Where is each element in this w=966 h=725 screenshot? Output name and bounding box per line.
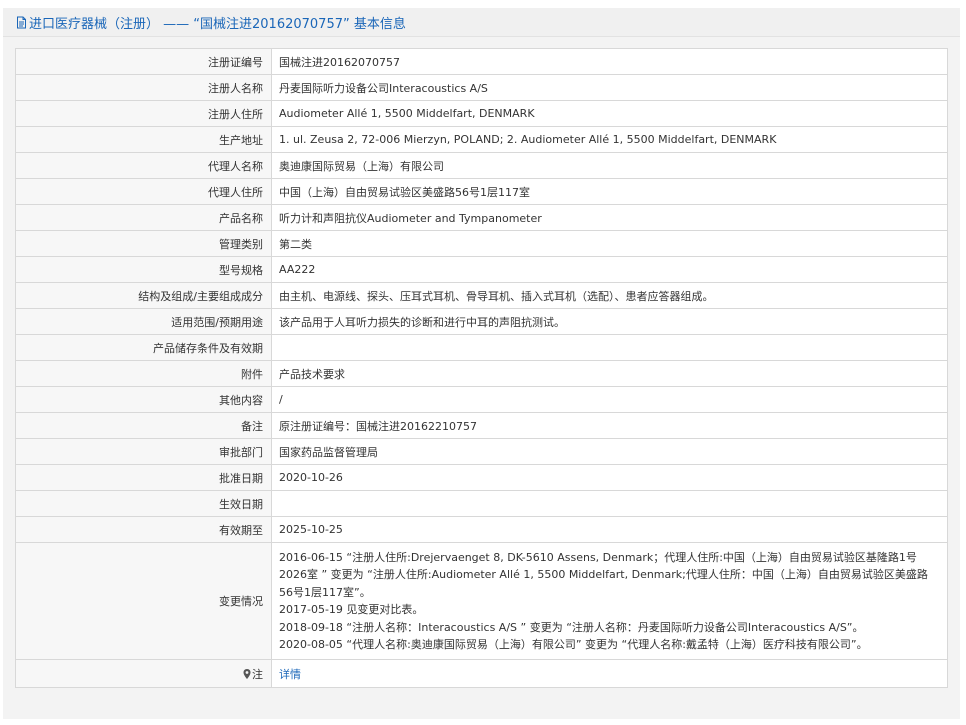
- field-value: AA222: [271, 256, 948, 283]
- field-label: 变更情况: [15, 542, 272, 660]
- field-value: 奥迪康国际贸易（上海）有限公司: [271, 152, 948, 179]
- field-label: 审批部门: [15, 438, 272, 465]
- field-label: 备注: [15, 412, 272, 439]
- field-value: 中国（上海）自由贸易试验区美盛路56号1层117室: [271, 178, 948, 205]
- table-row-note: 注 详情: [15, 659, 948, 688]
- field-label: 产品储存条件及有效期: [15, 334, 272, 361]
- field-label: 注册证编号: [15, 48, 272, 75]
- field-value: 国械注进20162070757: [271, 48, 948, 75]
- page: 进口医疗器械（注册） —— “国械注进20162070757” 基本信息 注册证…: [0, 0, 966, 725]
- document-icon: [17, 16, 26, 28]
- table-row-change-history: 变更情况 2016-06-15 “注册人住所:Drejervaenget 8, D…: [15, 542, 948, 660]
- field-value: 产品技术要求: [271, 360, 948, 387]
- page-header: 进口医疗器械（注册） —— “国械注进20162070757” 基本信息: [3, 8, 960, 37]
- change-history-entry: 2016-06-15 “注册人住所:Drejervaenget 8, DK-56…: [279, 550, 928, 599]
- table-row-approval-department: 审批部门 国家药品监督管理局: [15, 438, 948, 465]
- field-value: Audiometer Allé 1, 5500 Middelfart, DENM…: [271, 100, 948, 127]
- field-label: 代理人名称: [15, 152, 272, 179]
- change-history-entry: 2018-09-18 “注册人名称：Interacoustics A/S ” 变…: [279, 620, 864, 634]
- field-label: 管理类别: [15, 230, 272, 257]
- field-label: 批准日期: [15, 464, 272, 491]
- field-value: 1. ul. Zeusa 2, 72-006 Mierzyn, POLAND; …: [271, 126, 948, 153]
- field-label: 适用范围/预期用途: [15, 308, 272, 335]
- field-value: /: [271, 386, 948, 413]
- table-row-registrant-address: 注册人住所 Audiometer Allé 1, 5500 Middelfart,…: [15, 100, 948, 127]
- table-row-effective-date: 生效日期: [15, 490, 948, 517]
- field-value: 第二类: [271, 230, 948, 257]
- field-label: 生效日期: [15, 490, 272, 517]
- field-label: 注册人名称: [15, 74, 272, 101]
- field-label: 型号规格: [15, 256, 272, 283]
- field-label: 结构及组成/主要组成成分: [15, 282, 272, 309]
- field-value: 原注册证编号：国械注进20162210757: [271, 412, 948, 439]
- detail-table: 注册证编号 国械注进20162070757 注册人名称 丹麦国际听力设备公司Inter…: [15, 48, 948, 688]
- details-link[interactable]: 详情: [279, 668, 301, 681]
- field-value: 2020-10-26: [271, 464, 948, 491]
- field-value: 丹麦国际听力设备公司Interacoustics A/S: [271, 74, 948, 101]
- field-value: 听力计和声阻抗仪Audiometer and Tympanometer: [271, 204, 948, 231]
- field-label: 附件: [15, 360, 272, 387]
- table-row-registrant-name: 注册人名称 丹麦国际听力设备公司Interacoustics A/S: [15, 74, 948, 101]
- note-label: 注: [252, 667, 263, 681]
- table-row-approval-date: 批准日期 2020-10-26: [15, 464, 948, 491]
- note-label-cell: 注: [15, 659, 272, 688]
- field-label: 注册人住所: [15, 100, 272, 127]
- detail-panel: 注册证编号 国械注进20162070757 注册人名称 丹麦国际听力设备公司Inter…: [3, 37, 960, 719]
- table-row-production-address: 生产地址 1. ul. Zeusa 2, 72-006 Mierzyn, POLA…: [15, 126, 948, 153]
- change-history-list: 2016-06-15 “注册人住所:Drejervaenget 8, DK-56…: [271, 542, 948, 660]
- table-row-agent-name: 代理人名称 奥迪康国际贸易（上海）有限公司: [15, 152, 948, 179]
- page-title: 进口医疗器械（注册） —— “国械注进20162070757” 基本信息: [29, 16, 406, 32]
- field-value: 由主机、电源线、探头、压耳式耳机、骨导耳机、插入式耳机（选配）、患者应答器组成。: [271, 282, 948, 309]
- field-value: [271, 490, 948, 517]
- table-row-expiry-date: 有效期至 2025-10-25: [15, 516, 948, 543]
- table-row-management-category: 管理类别 第二类: [15, 230, 948, 257]
- field-label: 代理人住所: [15, 178, 272, 205]
- table-row-registration-number: 注册证编号 国械注进20162070757: [15, 48, 948, 75]
- table-row-attachments: 附件 产品技术要求: [15, 360, 948, 387]
- map-pin-icon: [243, 668, 251, 679]
- field-value: 国家药品监督管理局: [271, 438, 948, 465]
- note-value-cell: 详情: [271, 659, 948, 688]
- field-label: 产品名称: [15, 204, 272, 231]
- change-history-entry: 2020-08-05 “代理人名称:奥迪康国际贸易（上海）有限公司” 变更为 “…: [279, 638, 868, 651]
- table-row-agent-address: 代理人住所 中国（上海）自由贸易试验区美盛路56号1层117室: [15, 178, 948, 205]
- table-row-model-spec: 型号规格 AA222: [15, 256, 948, 283]
- field-value: 该产品用于人耳听力损失的诊断和进行中耳的声阻抗测试。: [271, 308, 948, 335]
- field-label: 生产地址: [15, 126, 272, 153]
- change-history-entry: 2017-05-19 见变更对比表。: [279, 603, 424, 616]
- table-row-intended-use: 适用范围/预期用途 该产品用于人耳听力损失的诊断和进行中耳的声阻抗测试。: [15, 308, 948, 335]
- table-row-remarks: 备注 原注册证编号：国械注进20162210757: [15, 412, 948, 439]
- field-value: 2025-10-25: [271, 516, 948, 543]
- table-row-product-name: 产品名称 听力计和声阻抗仪Audiometer and Tympanometer: [15, 204, 948, 231]
- field-label: 有效期至: [15, 516, 272, 543]
- table-row-storage-conditions: 产品储存条件及有效期: [15, 334, 948, 361]
- table-row-structure-composition: 结构及组成/主要组成成分 由主机、电源线、探头、压耳式耳机、骨导耳机、插入式耳机（…: [15, 282, 948, 309]
- field-label: 其他内容: [15, 386, 272, 413]
- table-row-other-content: 其他内容 /: [15, 386, 948, 413]
- field-value: [271, 334, 948, 361]
